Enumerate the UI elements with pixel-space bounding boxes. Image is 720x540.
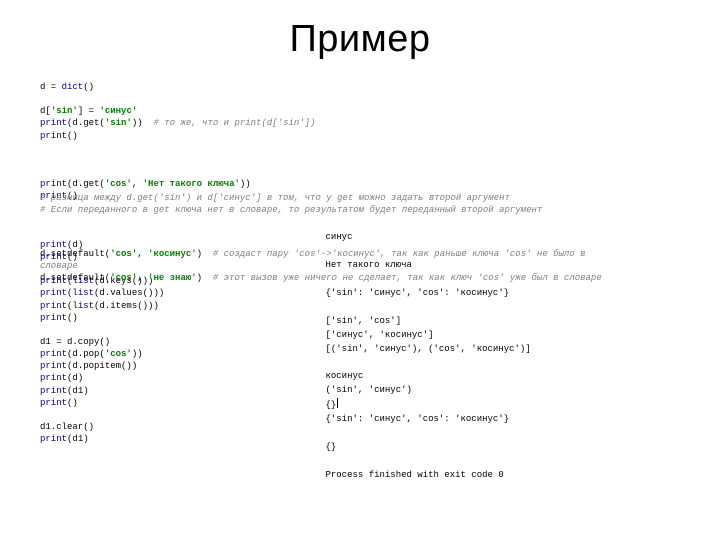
setdefault-block: d.setdefault('cos', 'косинус') # создаст…: [40, 248, 680, 284]
text-caret: [337, 398, 338, 408]
wide-comment-block: # разница между d.get('sin') и d['синус'…: [40, 192, 680, 216]
slide-title: Пример: [40, 18, 680, 61]
